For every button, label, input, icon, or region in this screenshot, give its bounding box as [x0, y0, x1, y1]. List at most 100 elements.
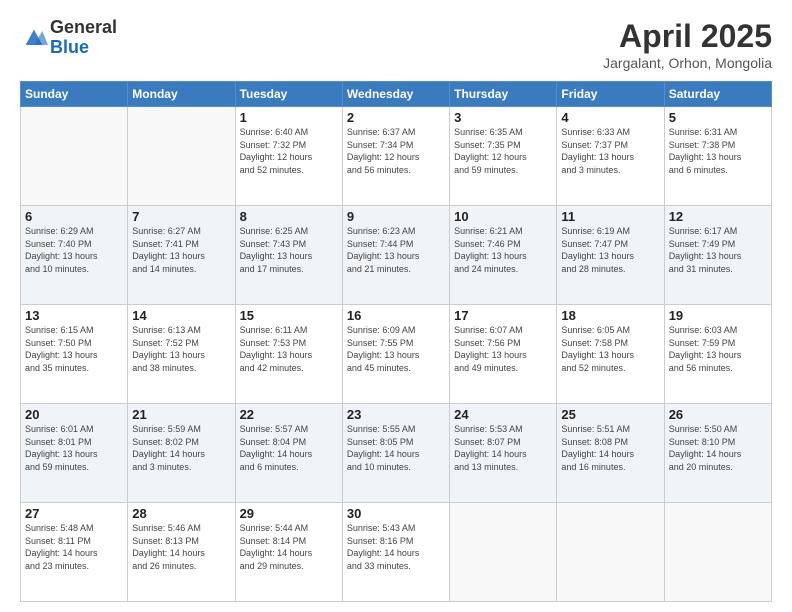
day-number: 9	[347, 209, 445, 224]
day-number: 21	[132, 407, 230, 422]
col-saturday: Saturday	[664, 82, 771, 107]
cell-info: Sunrise: 6:11 AM Sunset: 7:53 PM Dayligh…	[240, 324, 338, 374]
calendar-week-row: 20Sunrise: 6:01 AM Sunset: 8:01 PM Dayli…	[21, 404, 772, 503]
day-number: 1	[240, 110, 338, 125]
cell-info: Sunrise: 6:27 AM Sunset: 7:41 PM Dayligh…	[132, 225, 230, 275]
table-row: 8Sunrise: 6:25 AM Sunset: 7:43 PM Daylig…	[235, 206, 342, 305]
table-row: 29Sunrise: 5:44 AM Sunset: 8:14 PM Dayli…	[235, 503, 342, 602]
cell-info: Sunrise: 6:40 AM Sunset: 7:32 PM Dayligh…	[240, 126, 338, 176]
logo-icon	[20, 24, 48, 52]
day-number: 26	[669, 407, 767, 422]
cell-info: Sunrise: 5:46 AM Sunset: 8:13 PM Dayligh…	[132, 522, 230, 572]
table-row: 18Sunrise: 6:05 AM Sunset: 7:58 PM Dayli…	[557, 305, 664, 404]
table-row: 21Sunrise: 5:59 AM Sunset: 8:02 PM Dayli…	[128, 404, 235, 503]
table-row: 2Sunrise: 6:37 AM Sunset: 7:34 PM Daylig…	[342, 107, 449, 206]
day-number: 15	[240, 308, 338, 323]
table-row: 11Sunrise: 6:19 AM Sunset: 7:47 PM Dayli…	[557, 206, 664, 305]
day-number: 4	[561, 110, 659, 125]
table-row: 4Sunrise: 6:33 AM Sunset: 7:37 PM Daylig…	[557, 107, 664, 206]
day-number: 30	[347, 506, 445, 521]
day-number: 27	[25, 506, 123, 521]
cell-info: Sunrise: 6:03 AM Sunset: 7:59 PM Dayligh…	[669, 324, 767, 374]
table-row	[664, 503, 771, 602]
day-number: 6	[25, 209, 123, 224]
cell-info: Sunrise: 5:44 AM Sunset: 8:14 PM Dayligh…	[240, 522, 338, 572]
cell-info: Sunrise: 6:19 AM Sunset: 7:47 PM Dayligh…	[561, 225, 659, 275]
col-thursday: Thursday	[450, 82, 557, 107]
table-row: 19Sunrise: 6:03 AM Sunset: 7:59 PM Dayli…	[664, 305, 771, 404]
day-number: 14	[132, 308, 230, 323]
day-number: 25	[561, 407, 659, 422]
day-number: 5	[669, 110, 767, 125]
cell-info: Sunrise: 6:21 AM Sunset: 7:46 PM Dayligh…	[454, 225, 552, 275]
logo: General Blue	[20, 18, 117, 58]
table-row	[128, 107, 235, 206]
table-row: 15Sunrise: 6:11 AM Sunset: 7:53 PM Dayli…	[235, 305, 342, 404]
table-row: 30Sunrise: 5:43 AM Sunset: 8:16 PM Dayli…	[342, 503, 449, 602]
col-friday: Friday	[557, 82, 664, 107]
cell-info: Sunrise: 5:55 AM Sunset: 8:05 PM Dayligh…	[347, 423, 445, 473]
table-row: 20Sunrise: 6:01 AM Sunset: 8:01 PM Dayli…	[21, 404, 128, 503]
cell-info: Sunrise: 6:33 AM Sunset: 7:37 PM Dayligh…	[561, 126, 659, 176]
day-number: 16	[347, 308, 445, 323]
table-row: 7Sunrise: 6:27 AM Sunset: 7:41 PM Daylig…	[128, 206, 235, 305]
table-row: 12Sunrise: 6:17 AM Sunset: 7:49 PM Dayli…	[664, 206, 771, 305]
cell-info: Sunrise: 5:51 AM Sunset: 8:08 PM Dayligh…	[561, 423, 659, 473]
table-row: 28Sunrise: 5:46 AM Sunset: 8:13 PM Dayli…	[128, 503, 235, 602]
cell-info: Sunrise: 6:35 AM Sunset: 7:35 PM Dayligh…	[454, 126, 552, 176]
table-row: 14Sunrise: 6:13 AM Sunset: 7:52 PM Dayli…	[128, 305, 235, 404]
calendar-table: Sunday Monday Tuesday Wednesday Thursday…	[20, 81, 772, 602]
table-row: 3Sunrise: 6:35 AM Sunset: 7:35 PM Daylig…	[450, 107, 557, 206]
table-row: 26Sunrise: 5:50 AM Sunset: 8:10 PM Dayli…	[664, 404, 771, 503]
page: General Blue April 2025 Jargalant, Orhon…	[0, 0, 792, 612]
cell-info: Sunrise: 5:57 AM Sunset: 8:04 PM Dayligh…	[240, 423, 338, 473]
cell-info: Sunrise: 6:29 AM Sunset: 7:40 PM Dayligh…	[25, 225, 123, 275]
cell-info: Sunrise: 5:43 AM Sunset: 8:16 PM Dayligh…	[347, 522, 445, 572]
day-number: 29	[240, 506, 338, 521]
table-row	[450, 503, 557, 602]
day-number: 18	[561, 308, 659, 323]
table-row: 24Sunrise: 5:53 AM Sunset: 8:07 PM Dayli…	[450, 404, 557, 503]
day-number: 12	[669, 209, 767, 224]
cell-info: Sunrise: 5:59 AM Sunset: 8:02 PM Dayligh…	[132, 423, 230, 473]
table-row: 25Sunrise: 5:51 AM Sunset: 8:08 PM Dayli…	[557, 404, 664, 503]
day-number: 24	[454, 407, 552, 422]
table-row	[557, 503, 664, 602]
table-row: 22Sunrise: 5:57 AM Sunset: 8:04 PM Dayli…	[235, 404, 342, 503]
cell-info: Sunrise: 6:13 AM Sunset: 7:52 PM Dayligh…	[132, 324, 230, 374]
cell-info: Sunrise: 6:37 AM Sunset: 7:34 PM Dayligh…	[347, 126, 445, 176]
cell-info: Sunrise: 5:48 AM Sunset: 8:11 PM Dayligh…	[25, 522, 123, 572]
table-row: 10Sunrise: 6:21 AM Sunset: 7:46 PM Dayli…	[450, 206, 557, 305]
table-row: 9Sunrise: 6:23 AM Sunset: 7:44 PM Daylig…	[342, 206, 449, 305]
cell-info: Sunrise: 5:53 AM Sunset: 8:07 PM Dayligh…	[454, 423, 552, 473]
header: General Blue April 2025 Jargalant, Orhon…	[20, 18, 772, 71]
title-section: April 2025 Jargalant, Orhon, Mongolia	[603, 18, 772, 71]
table-row: 16Sunrise: 6:09 AM Sunset: 7:55 PM Dayli…	[342, 305, 449, 404]
day-number: 2	[347, 110, 445, 125]
day-number: 17	[454, 308, 552, 323]
month-title: April 2025	[603, 18, 772, 55]
logo-blue-text: Blue	[50, 38, 117, 58]
table-row: 27Sunrise: 5:48 AM Sunset: 8:11 PM Dayli…	[21, 503, 128, 602]
table-row: 6Sunrise: 6:29 AM Sunset: 7:40 PM Daylig…	[21, 206, 128, 305]
cell-info: Sunrise: 5:50 AM Sunset: 8:10 PM Dayligh…	[669, 423, 767, 473]
calendar-week-row: 27Sunrise: 5:48 AM Sunset: 8:11 PM Dayli…	[21, 503, 772, 602]
cell-info: Sunrise: 6:07 AM Sunset: 7:56 PM Dayligh…	[454, 324, 552, 374]
cell-info: Sunrise: 6:17 AM Sunset: 7:49 PM Dayligh…	[669, 225, 767, 275]
cell-info: Sunrise: 6:05 AM Sunset: 7:58 PM Dayligh…	[561, 324, 659, 374]
col-wednesday: Wednesday	[342, 82, 449, 107]
day-number: 11	[561, 209, 659, 224]
table-row: 13Sunrise: 6:15 AM Sunset: 7:50 PM Dayli…	[21, 305, 128, 404]
table-row	[21, 107, 128, 206]
day-number: 20	[25, 407, 123, 422]
day-number: 8	[240, 209, 338, 224]
day-number: 3	[454, 110, 552, 125]
table-row: 5Sunrise: 6:31 AM Sunset: 7:38 PM Daylig…	[664, 107, 771, 206]
day-number: 19	[669, 308, 767, 323]
day-number: 13	[25, 308, 123, 323]
col-tuesday: Tuesday	[235, 82, 342, 107]
calendar-week-row: 13Sunrise: 6:15 AM Sunset: 7:50 PM Dayli…	[21, 305, 772, 404]
table-row: 23Sunrise: 5:55 AM Sunset: 8:05 PM Dayli…	[342, 404, 449, 503]
cell-info: Sunrise: 6:25 AM Sunset: 7:43 PM Dayligh…	[240, 225, 338, 275]
cell-info: Sunrise: 6:01 AM Sunset: 8:01 PM Dayligh…	[25, 423, 123, 473]
